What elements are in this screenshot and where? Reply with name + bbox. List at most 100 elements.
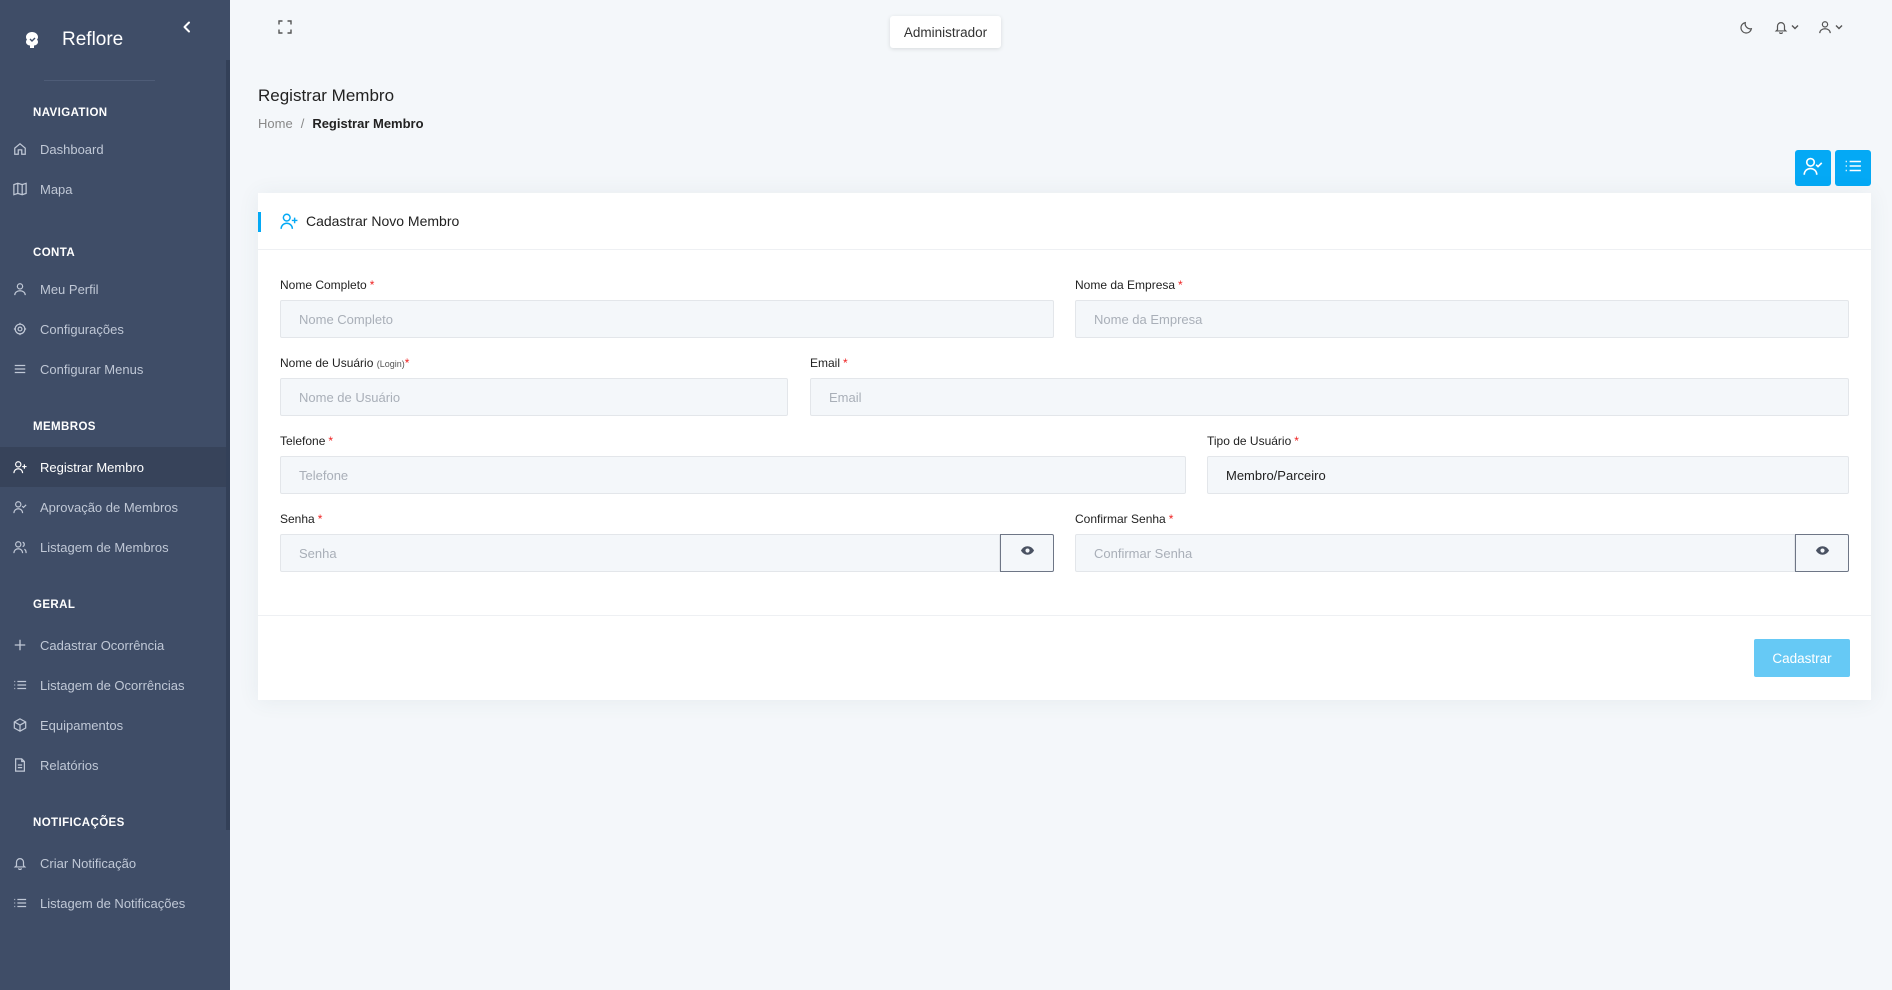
user-dropdown[interactable] [1818, 20, 1844, 34]
nome-usuario-input[interactable]: Nome de Usuário [280, 378, 788, 416]
breadcrumb-separator: / [300, 116, 305, 131]
required-marker: * [1294, 434, 1299, 448]
sidebar-item-label: Aprovação de Membros [40, 499, 179, 515]
sidebar-item-label: Configurar Menus [40, 361, 144, 377]
eye-icon [1815, 543, 1830, 563]
sidebar-item-listagem-ocorrencias[interactable]: Listagem de Ocorrências [0, 665, 230, 705]
nome-usuario-field: Nome de Usuário (Login)* Nome de Usuário [280, 356, 788, 416]
nome-empresa-label: Nome da Empresa * [1075, 278, 1849, 292]
user-plus-icon [12, 459, 28, 475]
senha-input[interactable]: Senha [280, 534, 1000, 572]
chevron-down-icon [1834, 22, 1844, 32]
sidebar: Reflore NAVIGATION Dashboard Mapa CONTA … [0, 0, 230, 990]
telefone-label: Telefone * [280, 434, 1186, 448]
nome-empresa-field: Nome da Empresa * Nome da Empresa [1075, 278, 1849, 338]
confirmar-senha-label: Confirmar Senha * [1075, 512, 1849, 526]
eye-icon [1020, 543, 1035, 563]
section-title-navigation: NAVIGATION [33, 107, 108, 119]
senha-input-group: Senha [280, 534, 1054, 572]
email-label: Email * [810, 356, 1849, 370]
sidebar-item-listagem-notificacoes[interactable]: Listagem de Notificações [0, 883, 230, 923]
senha-label: Senha * [280, 512, 1054, 526]
section-title-conta: CONTA [33, 247, 76, 259]
telefone-field: Telefone * Telefone [280, 434, 1186, 494]
nome-completo-label: Nome Completo * [280, 278, 1054, 292]
nome-empresa-input[interactable]: Nome da Empresa [1075, 300, 1849, 338]
tree-logo-icon [22, 30, 42, 50]
chevron-left-icon[interactable] [178, 18, 196, 36]
card-footer: Cadastrar [258, 615, 1871, 700]
sidebar-item-aprovacao-membros[interactable]: Aprovação de Membros [0, 487, 230, 527]
sidebar-item-equipamentos[interactable]: Equipamentos [0, 705, 230, 745]
tipo-usuario-select[interactable]: Membro/Parceiro [1207, 456, 1849, 494]
telefone-input[interactable]: Telefone [280, 456, 1186, 494]
email-input[interactable]: Email [810, 378, 1849, 416]
confirmar-senha-input-group: Confirmar Senha [1075, 534, 1849, 572]
user-check-icon [1803, 156, 1823, 181]
nome-completo-input[interactable]: Nome Completo [280, 300, 1054, 338]
theme-toggle[interactable] [1740, 20, 1754, 34]
sidebar-item-configurar-menus[interactable]: Configurar Menus [0, 349, 230, 389]
confirmar-senha-input[interactable]: Confirmar Senha [1075, 534, 1795, 572]
list-members-button[interactable] [1835, 150, 1871, 186]
sidebar-item-label: Criar Notificação [40, 855, 137, 871]
list-icon [12, 677, 28, 693]
sidebar-item-label: Mapa [40, 181, 73, 197]
approve-members-button[interactable] [1795, 150, 1831, 186]
toggle-confirm-password-button[interactable] [1795, 534, 1849, 572]
user-check-icon [12, 499, 28, 515]
sidebar-scrollbar[interactable] [226, 60, 230, 830]
sidebar-item-relatorios[interactable]: Relatórios [0, 745, 230, 785]
confirmar-senha-field: Confirmar Senha * Confirmar Senha [1075, 512, 1849, 572]
chevron-down-icon [1790, 22, 1800, 32]
nome-usuario-label: Nome de Usuário (Login)* [280, 356, 788, 370]
sidebar-item-configuracoes[interactable]: Configurações [0, 309, 230, 349]
sidebar-item-label: Listagem de Ocorrências [40, 677, 185, 693]
required-marker: * [317, 512, 323, 526]
home-icon [12, 141, 28, 157]
sidebar-item-cadastrar-ocorrencia[interactable]: Cadastrar Ocorrência [0, 625, 230, 665]
required-marker: * [328, 434, 334, 448]
breadcrumb-current: Registrar Membro [312, 116, 424, 131]
senha-field: Senha * Senha [280, 512, 1054, 572]
sidebar-item-meu-perfil[interactable]: Meu Perfil [0, 269, 230, 309]
sidebar-item-listagem-membros[interactable]: Listagem de Membros [0, 527, 230, 567]
label-text: Tipo de Usuário [1207, 434, 1292, 448]
users-icon [12, 539, 28, 555]
user-plus-icon [280, 212, 298, 230]
sidebar-item-registrar-membro[interactable]: Registrar Membro [0, 447, 230, 487]
fullscreen-icon[interactable] [278, 20, 294, 36]
email-field: Email * Email [810, 356, 1849, 416]
section-title-geral: GERAL [33, 599, 76, 611]
label-text: Nome de Usuário [280, 356, 374, 370]
section-title-membros: MEMBROS [33, 421, 96, 433]
brand: Reflore [0, 0, 230, 80]
label-hint: (Login) [376, 359, 405, 369]
toggle-password-button[interactable] [1000, 534, 1054, 572]
tipo-usuario-label: Tipo de Usuário * [1207, 434, 1849, 448]
bell-icon [12, 855, 28, 871]
page-title: Registrar Membro [258, 86, 395, 105]
breadcrumb: Home / Registrar Membro [258, 116, 424, 131]
sidebar-item-mapa[interactable]: Mapa [0, 169, 230, 209]
bell-icon [1774, 20, 1788, 34]
brand-name: Reflore [62, 29, 124, 50]
sidebar-item-dashboard[interactable]: Dashboard [0, 129, 230, 169]
notifications-dropdown[interactable] [1774, 20, 1800, 34]
sidebar-item-label: Dashboard [40, 141, 104, 157]
cadastrar-button[interactable]: Cadastrar [1754, 639, 1850, 677]
sidebar-item-label: Registrar Membro [40, 459, 145, 475]
breadcrumb-home-link[interactable]: Home [258, 116, 293, 131]
sidebar-item-label: Configurações [40, 321, 124, 337]
card-title: Cadastrar Novo Membro [306, 213, 460, 229]
sidebar-item-criar-notificacao[interactable]: Criar Notificação [0, 843, 230, 883]
label-text: Nome da Empresa [1075, 278, 1176, 292]
box-icon [12, 717, 28, 733]
menu-icon [12, 361, 28, 377]
section-title-notificacoes: NOTIFICAÇÕES [33, 817, 125, 829]
required-marker: * [843, 356, 848, 370]
settings-icon [12, 321, 28, 337]
role-badge[interactable]: Administrador [890, 16, 1001, 48]
sidebar-item-label: Listagem de Membros [40, 539, 169, 555]
label-text: Email [810, 356, 841, 370]
